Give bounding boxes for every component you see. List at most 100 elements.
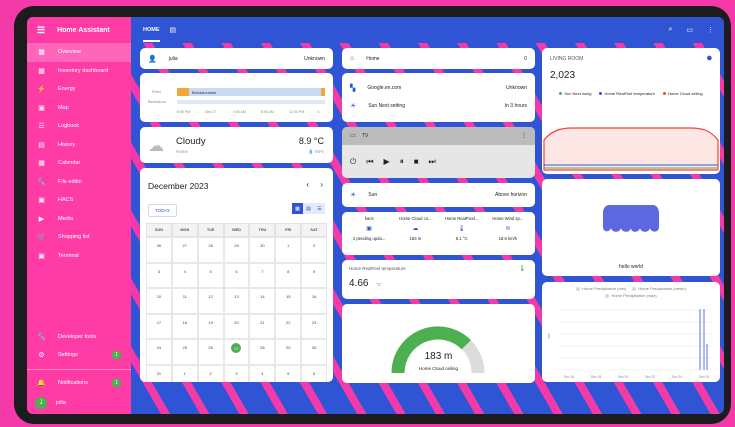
glance-item[interactable]: Home Wind sp... ≋ 18.5 km/h [485,216,531,241]
weather-card[interactable]: ☁ Cloudy Home 8.9 °C 💧 95% [140,127,333,163]
calendar-day[interactable]: 29 [275,339,302,365]
calendar-day[interactable]: 1 [171,364,198,382]
calendar-day[interactable]: 25 [171,339,198,365]
calendar-day[interactable]: 13 [223,288,250,314]
calendar-day[interactable]: 18 [171,313,198,339]
calendar-day[interactable]: 28 [197,237,224,263]
calendar-day[interactable]: 29 [223,237,250,263]
calendar-day[interactable]: 26 [146,237,172,263]
power-icon[interactable]: ⏻ [350,157,356,167]
week-view-icon[interactable]: ▤ [303,203,314,214]
calendar-day[interactable]: 2 [301,237,327,263]
sidebar-item-history[interactable]: ▤ History [27,136,131,155]
home-card[interactable]: ⌂ Home 0 [342,48,535,69]
glance-grid: hacs ▣ 2 pending upda... Home Cloud co... ☁ 1… [342,212,535,245]
menu-icon[interactable]: ☰ [37,25,45,36]
sidebar-item-energy[interactable]: ⚡ Energy [27,80,131,99]
calendar-day[interactable]: 17 [146,313,172,339]
calendar-day[interactable]: 12 [197,288,224,314]
calendar-day[interactable]: 24 [146,339,172,365]
calendar-day[interactable]: 22 [275,313,302,339]
calendar-day[interactable]: 5 [197,262,224,288]
sidebar-item-map[interactable]: ▣ Map [27,99,131,118]
hello-card[interactable]: hello world [542,179,720,276]
calendar-day[interactable]: 31 [146,364,172,382]
calendar-day[interactable]: 30 [249,237,276,263]
calendar-day[interactable]: 3 [146,262,172,288]
more-icon[interactable]: ⋮ [521,132,527,139]
precipitation-card[interactable]: Home Precipitation (min) Home Precipitati… [542,282,720,382]
sidebar-item-inventory-dashboard[interactable]: ▦ Inventory dashboard [27,62,131,81]
glance-item[interactable]: Home RealPixel... 🌡 5.1 °C [439,216,485,241]
previous-icon[interactable]: ⏮ [366,157,373,167]
calendar-day-number: 13 [234,294,239,299]
entity-row[interactable]: ▚ Google.en.com Unknown [342,79,535,97]
calendar-day[interactable]: 15 [275,288,302,314]
sidebar-item-shopping-list[interactable]: 🛒 Shopping list [27,228,131,247]
calendar-day[interactable]: 8 [275,262,302,288]
calendar-day[interactable]: 23 [301,313,327,339]
calendar-day[interactable]: 3 [223,364,250,382]
calendar-day[interactable]: 14 [249,288,276,314]
calendar-day[interactable]: 10 [146,288,172,314]
calendar-day[interactable]: 1 [275,237,302,263]
tab-home[interactable]: HOME [143,18,160,42]
calendar-day[interactable]: 27 [171,237,198,263]
grid [560,309,714,371]
sidebar-item-developer-tools[interactable]: 🔧 Developer tools [27,328,131,347]
legend-label: Home RealFeel temperature [604,91,655,96]
living-room-card[interactable]: LIVING ROOM ⬢ 2,023 Sun Next rising Home … [542,48,720,174]
prev-month-button[interactable]: ‹ [306,180,309,189]
calendar-day[interactable]: 2 [197,364,224,382]
calendar-day[interactable]: 6 [301,364,327,382]
sidebar-item-file-editor[interactable]: 🔧 File editor [27,173,131,192]
next-month-button[interactable]: › [320,180,323,189]
calendar-day[interactable]: 28 [249,339,276,365]
calendar-day[interactable]: 6 [223,262,250,288]
next-icon[interactable]: ⏭ [429,157,436,167]
person-card[interactable]: 👤 julia Unknown [140,48,333,69]
pause-icon[interactable]: ⏸ [400,157,404,167]
calendar-day[interactable]: 4 [171,262,198,288]
sidebar-item-hacs[interactable]: ▣ HACS [27,191,131,210]
gauge-card[interactable]: 183 m Home Cloud ceiling [342,304,535,383]
calendar-day[interactable]: 26 [197,339,224,365]
sidebar-item-notifications[interactable]: 🔔 Notifications 1 [27,374,131,393]
calendar-day[interactable]: 21 [249,313,276,339]
sidebar-item-media[interactable]: ▶ Media [27,210,131,229]
entity-row[interactable]: ☀ Sun Next setting In 3 hours [342,97,535,115]
calendar-day[interactable]: 27 [223,339,250,365]
sidebar-item-logbook[interactable]: ☰ Logbook [27,117,131,136]
legend-dot [559,92,563,95]
sun-card[interactable]: ☀ Sun Above horizon [342,183,535,207]
calendar-day[interactable]: 4 [249,364,276,382]
assist-icon[interactable]: ▭ [686,26,693,34]
month-view-icon[interactable]: ▦ [292,203,303,214]
legend-dot [599,92,603,95]
calendar-day[interactable]: 20 [223,313,250,339]
glance-item[interactable]: Home Cloud co... ☁ 183 m [392,216,438,241]
sidebar-item-overview[interactable]: ▦ Overview [27,43,131,62]
sidebar-item-settings[interactable]: ⚙ Settings 1 [27,346,131,365]
sidebar-item-calendar[interactable]: ▦ Calendar [27,154,131,173]
sidebar-item-terminal[interactable]: ▣ Terminal [27,247,131,266]
hello-label: hello world [619,264,643,270]
list-view-icon[interactable]: ☰ [314,203,325,214]
calendar-day[interactable]: 16 [301,288,327,314]
search-icon[interactable]: ⌕ [668,26,672,34]
today-button[interactable]: TODAY [148,204,178,217]
sensor-card[interactable]: Home RealFeel temperature 🌡 4.66 °C [342,260,535,299]
calendar-day[interactable]: 11 [171,288,198,314]
history-card[interactable]: Pixel Behaviourism Behaviour 8:00 PM Dec … [140,73,333,122]
calendar-day[interactable]: 5 [275,364,302,382]
calendar-day[interactable]: 7 [249,262,276,288]
calendar-day[interactable]: 19 [197,313,224,339]
stop-icon[interactable]: ■ [414,157,419,167]
calendar-day[interactable]: 30 [301,339,327,365]
dashboard-tab-icon[interactable]: ▤ [170,26,177,34]
sidebar-item-user[interactable]: J jolla [27,392,131,414]
play-icon[interactable]: ▶ [384,157,390,167]
more-icon[interactable]: ⋮ [707,26,714,34]
glance-item[interactable]: hacs ▣ 2 pending upda... [346,216,392,241]
calendar-day[interactable]: 9 [301,262,327,288]
